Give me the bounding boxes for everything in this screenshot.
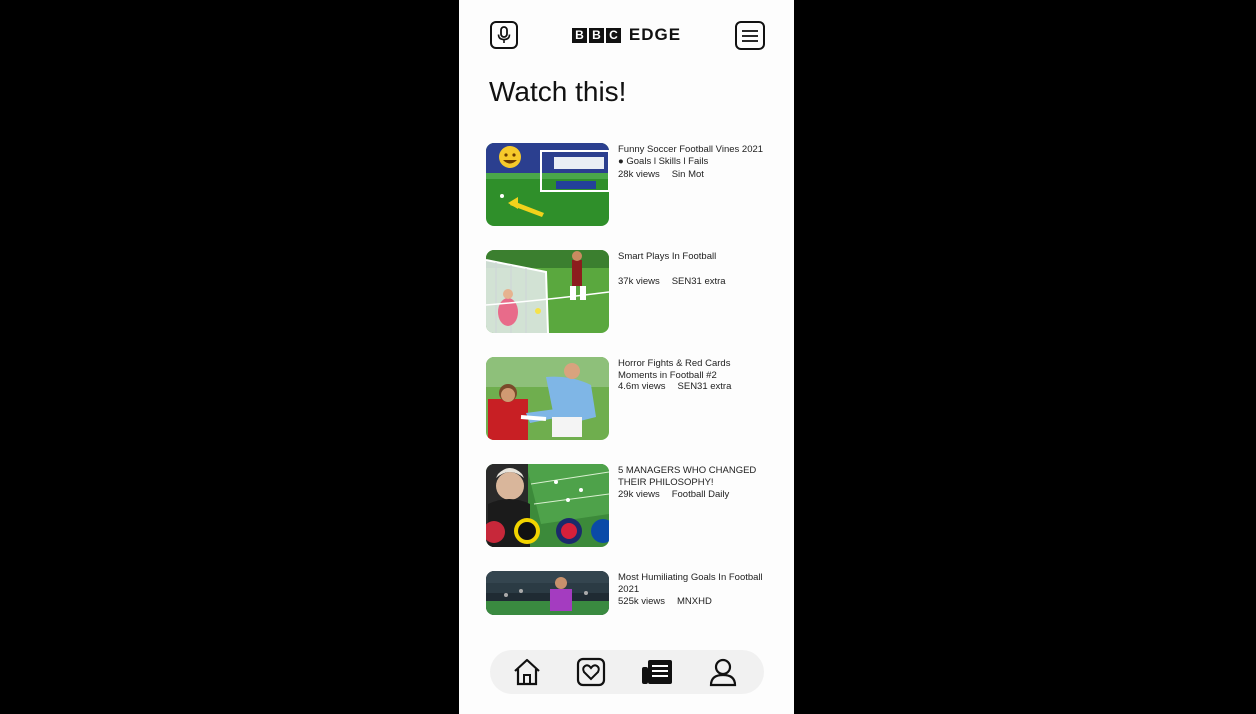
video-stats: 525k views MNXHD xyxy=(618,596,768,608)
hamburger-menu-icon xyxy=(742,29,758,42)
video-meta: 5 MANAGERS WHO CHANGED THEIR PHILOSOPHY!… xyxy=(618,465,768,501)
video-stats: 4.6m views SEN31 extra xyxy=(618,381,768,393)
logo-block: B xyxy=(588,27,604,43)
video-thumbnail[interactable] xyxy=(486,571,609,615)
video-thumbnail[interactable] xyxy=(486,250,609,333)
profile-icon xyxy=(709,658,737,687)
video-title[interactable]: Smart Plays In Football xyxy=(618,251,768,263)
video-item[interactable]: Smart Plays In Football 37k views SEN31 e… xyxy=(486,247,776,333)
news-icon xyxy=(642,660,672,684)
video-title[interactable]: Funny Soccer Football Vines 2021 ● Goals… xyxy=(618,144,768,167)
channel-name: MNXHD xyxy=(677,596,712,607)
video-list[interactable]: Funny Soccer Football Vines 2021 ● Goals… xyxy=(459,140,794,616)
nav-profile-button[interactable] xyxy=(706,655,740,689)
video-meta: Horror Fights & Red Cards Moments in Foo… xyxy=(618,358,768,393)
video-item[interactable]: Funny Soccer Football Vines 2021 ● Goals… xyxy=(486,140,776,226)
video-title[interactable]: 5 MANAGERS WHO CHANGED THEIR PHILOSOPHY! xyxy=(618,465,768,488)
nav-home-button[interactable] xyxy=(510,655,544,689)
channel-name: SEN31 extra xyxy=(671,275,726,287)
video-title[interactable]: Most Humiliating Goals In Football 2021 xyxy=(618,572,768,595)
view-count: 28k views xyxy=(618,169,660,180)
video-title[interactable]: Horror Fights & Red Cards Moments in Foo… xyxy=(618,358,768,381)
video-stats: 29k views Football Daily xyxy=(618,489,768,501)
video-stats: 28k views Sin Mot xyxy=(618,169,768,181)
view-count: 525k views xyxy=(618,596,665,607)
video-thumbnail[interactable] xyxy=(486,357,609,440)
page-title: Watch this! xyxy=(489,76,627,107)
channel-name: Football Daily xyxy=(671,489,730,500)
app-screen: B B C EDGE Watch this! Funny Soccer Foot… xyxy=(459,0,794,714)
video-item[interactable]: Most Humiliating Goals In Football 2021 … xyxy=(486,568,776,616)
view-count: 29k views xyxy=(618,489,660,500)
logo-block: B xyxy=(571,27,587,43)
video-stats: 37k views SEN31 extra xyxy=(618,276,768,288)
top-bar: B B C EDGE xyxy=(459,0,794,72)
heart-icon xyxy=(576,657,606,687)
bottom-navigation xyxy=(490,650,764,694)
home-icon xyxy=(514,658,540,686)
video-thumbnail[interactable] xyxy=(486,143,609,226)
video-meta: Smart Plays In Football 37k views SEN31 e… xyxy=(618,251,768,287)
video-meta: Most Humiliating Goals In Football 2021 … xyxy=(618,572,768,608)
nav-favorites-button[interactable] xyxy=(574,655,608,689)
menu-button[interactable] xyxy=(735,21,765,50)
nav-news-button[interactable] xyxy=(640,655,674,689)
video-item[interactable]: Horror Fights & Red Cards Moments in Foo… xyxy=(486,354,776,440)
channel-name: Sin Mot xyxy=(671,169,704,180)
view-count: 4.6m views xyxy=(618,381,666,392)
channel-name: SEN31 extra xyxy=(677,381,732,392)
video-meta: Funny Soccer Football Vines 2021 ● Goals… xyxy=(618,144,768,181)
logo-text: EDGE xyxy=(628,25,682,44)
logo-block: C xyxy=(605,27,621,43)
view-count: 37k views xyxy=(618,275,660,287)
video-item[interactable]: 5 MANAGERS WHO CHANGED THEIR PHILOSOPHY!… xyxy=(486,461,776,547)
video-thumbnail[interactable] xyxy=(486,464,609,547)
